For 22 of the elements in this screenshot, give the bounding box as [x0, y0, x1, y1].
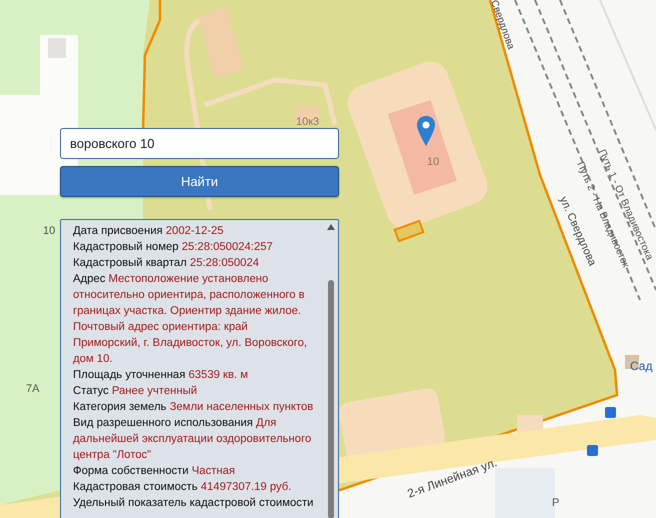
house-number: 10к3 [296, 117, 320, 128]
scroll-thumb[interactable] [328, 280, 334, 518]
stop-label: Сад [630, 360, 652, 372]
info-field: Форма собственности Частная [73, 463, 316, 479]
info-field: Статус Ранее учтенный [73, 383, 316, 399]
parking-label: P [552, 498, 560, 509]
info-field: Дата присвоения 2002-12-25 [73, 223, 316, 239]
map-pin-icon[interactable] [416, 115, 436, 147]
info-field: Удельный показатель кадастровой стоимости [73, 495, 316, 511]
search-field[interactable]: воровского 10 [60, 128, 339, 159]
info-field: Кадастровая стоимость 41497307.19 руб. [73, 479, 316, 495]
house-number: 10 [43, 226, 56, 237]
find-button[interactable]: Найти [60, 166, 339, 197]
scroll-up-icon[interactable] [327, 224, 335, 230]
info-field: Площадь уточненная 63539 кв. м [73, 367, 316, 383]
info-field: Кадастровый номер 25:28:050024:257 [73, 239, 316, 255]
house-number: 7А [26, 384, 40, 395]
house-number: 10 [427, 157, 440, 168]
info-field: Кадастровый квартал 25:28:050024 [73, 255, 316, 271]
info-field: Категория земель Земли населенных пунктов [73, 399, 316, 415]
info-field: Адрес Местоположение установлено относительно ориентира, расположенного в границах участка. Ориентир здание жилое. Почтовый адрес ориентира: край Приморский, г. Владивосток, ул. Воровского, дом 10. [73, 271, 316, 367]
info-field: Вид разрешенного использования Для дальнейшей эксплуатации оздоровительного центра "Лотос" [73, 415, 316, 463]
